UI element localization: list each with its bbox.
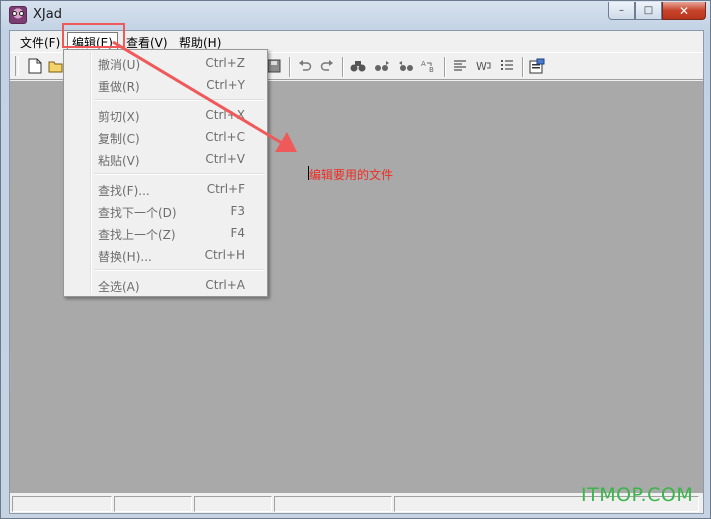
annotation-text: 编辑要用的文件 (309, 168, 394, 182)
watermark: ITMOP.COM (581, 484, 694, 506)
annotation-arrow (112, 40, 297, 152)
